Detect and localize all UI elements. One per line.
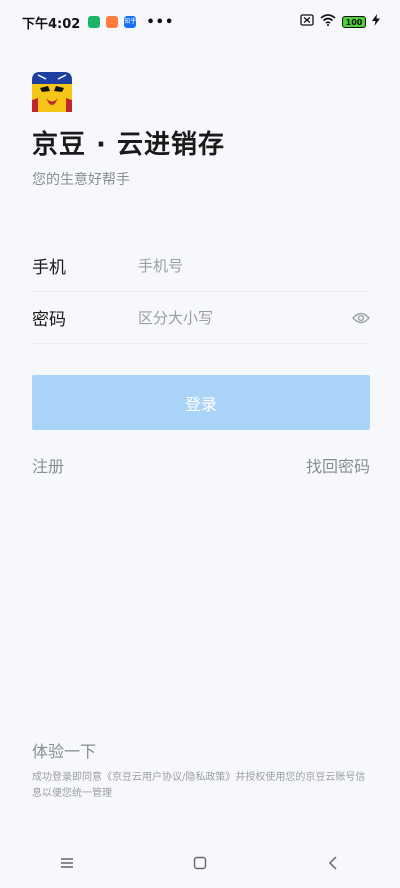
app-logo xyxy=(32,72,72,112)
eye-icon[interactable] xyxy=(352,309,370,327)
app-title: 京豆 · 云进销存 xyxy=(32,130,225,160)
phone-label: 手机 xyxy=(32,258,66,278)
password-label: 密码 xyxy=(32,310,66,330)
password-row: 密码 xyxy=(32,292,370,344)
shield-app-icon xyxy=(88,16,101,28)
status-left: 下午4:02 知乎 ••• xyxy=(22,13,174,32)
cat-app-icon xyxy=(106,16,119,28)
recover-password-link[interactable]: 找回密码 xyxy=(306,453,370,477)
password-input[interactable] xyxy=(138,308,352,327)
home-icon[interactable] xyxy=(180,843,220,883)
try-demo-link[interactable]: 体验一下 xyxy=(32,738,96,762)
phone-input[interactable] xyxy=(138,256,370,275)
agreement-text: 成功登录即同意《京豆云用户协议/隐私政策》并授权使用您的京豆云账号信息以便您统一… xyxy=(32,772,366,799)
system-nav-bar xyxy=(0,838,400,888)
status-time: 下午4:02 xyxy=(22,16,81,32)
more-notifications-icon: ••• xyxy=(146,14,175,30)
wifi-icon xyxy=(320,14,336,30)
battery-indicator: 100 xyxy=(342,16,366,28)
zhihu-app-icon: 知乎 xyxy=(124,16,136,28)
register-link[interactable]: 注册 xyxy=(32,453,64,477)
no-sim-icon xyxy=(300,14,314,30)
back-icon[interactable] xyxy=(313,843,353,883)
login-button[interactable]: 登录 xyxy=(32,375,370,430)
status-bar: 下午4:02 知乎 ••• 100 xyxy=(0,0,400,44)
menu-icon[interactable] xyxy=(47,843,87,883)
app-subtitle: 您的生意好帮手 xyxy=(32,172,130,188)
charging-icon xyxy=(372,14,380,30)
phone-row: 手机 xyxy=(32,240,370,292)
status-right: 100 xyxy=(300,14,380,30)
